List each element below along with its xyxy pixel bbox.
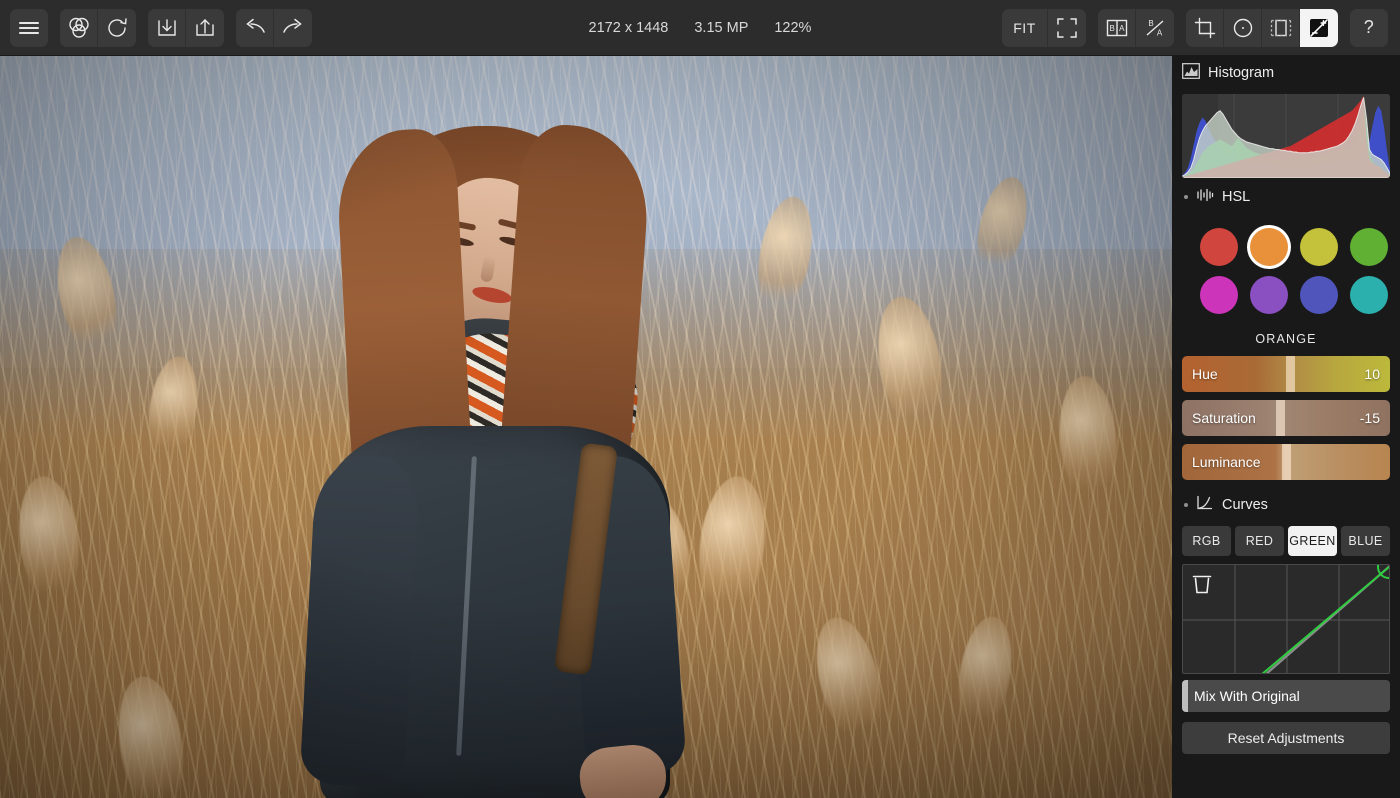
- menu-button[interactable]: [10, 8, 48, 47]
- curve-channel-tabs: RGB RED GREEN BLUE: [1182, 522, 1390, 564]
- saturation-slider[interactable]: Saturation -15: [1182, 400, 1390, 436]
- hue-slider[interactable]: Hue 10: [1182, 356, 1390, 392]
- undo-arrow-icon: [243, 18, 267, 38]
- histogram-header: Histogram: [1182, 56, 1390, 90]
- image-dimensions: 2172 x 1448: [588, 20, 669, 36]
- undo-redo-group: [236, 8, 312, 47]
- help-group: ?: [1350, 8, 1388, 47]
- svg-text:A: A: [1157, 28, 1163, 37]
- filters-history-group: [60, 8, 136, 47]
- histogram-chart: [1182, 94, 1390, 178]
- photo-vignette: [0, 56, 1172, 798]
- adjust-plus-minus-icon: [1307, 16, 1331, 40]
- saturation-value: -15: [1359, 410, 1380, 426]
- ba-compare-icon: B A: [1105, 18, 1129, 38]
- adjustments-button[interactable]: [1300, 8, 1338, 47]
- curve-graph-icon: [1196, 495, 1214, 516]
- hsl-swatch-red[interactable]: [1200, 228, 1238, 266]
- histogram-title: Histogram: [1208, 65, 1275, 81]
- help-label: ?: [1363, 17, 1375, 37]
- photo-editor-app: 2172 x 1448 3.15 MP 122% FIT B A B A ? H…: [0, 0, 1400, 798]
- hsl-swatch-purple[interactable]: [1250, 276, 1288, 314]
- histogram-icon: [1182, 62, 1200, 84]
- curve-tab-green[interactable]: GREEN: [1288, 526, 1337, 556]
- vignette-button[interactable]: [1224, 8, 1262, 47]
- saturation-label: Saturation: [1192, 410, 1256, 426]
- save-button[interactable]: [148, 8, 186, 47]
- menu-group: [10, 8, 48, 47]
- frame-borders-icon: [1269, 17, 1293, 39]
- redo-button[interactable]: [274, 8, 312, 47]
- image-canvas[interactable]: [0, 56, 1172, 798]
- svg-text:B: B: [1148, 19, 1153, 28]
- saturation-slider-handle[interactable]: [1275, 400, 1285, 436]
- save-share-group: [148, 8, 224, 47]
- undo-button[interactable]: [236, 8, 274, 47]
- compare-split-button[interactable]: B A: [1136, 8, 1174, 47]
- hsl-swatch-magenta[interactable]: [1200, 276, 1238, 314]
- share-button[interactable]: [186, 8, 224, 47]
- image-megapixels: 3.15 MP: [694, 20, 749, 36]
- hsl-title: HSL: [1222, 189, 1251, 205]
- mix-with-original-slider[interactable]: Mix With Original: [1182, 680, 1390, 712]
- toolbar-right-group: FIT B A B A ?: [1002, 8, 1400, 47]
- curves-title: Curves: [1222, 497, 1268, 513]
- curves-header: Curves: [1182, 488, 1390, 522]
- crop-button[interactable]: [1186, 8, 1224, 47]
- hsl-header: HSL: [1182, 180, 1390, 214]
- hamburger-icon: [18, 20, 40, 36]
- crop-icon: [1194, 17, 1216, 39]
- curve-tab-rgb[interactable]: RGB: [1182, 526, 1231, 556]
- fullscreen-brackets-icon: [1056, 17, 1078, 39]
- filters-button[interactable]: [60, 8, 98, 47]
- history-revert-icon: [105, 16, 129, 40]
- luminance-slider-handle[interactable]: [1282, 444, 1291, 480]
- fit-label: FIT: [1013, 19, 1036, 36]
- hsl-swatch-orange[interactable]: [1250, 228, 1288, 266]
- ellipse-icon: [1232, 17, 1254, 39]
- b-over-a-split-icon: B A: [1143, 18, 1167, 38]
- hsl-swatch-blue[interactable]: [1300, 276, 1338, 314]
- hsl-swatch-green[interactable]: [1350, 228, 1388, 266]
- toolbar-left-group: [0, 8, 312, 47]
- help-button[interactable]: ?: [1350, 8, 1388, 47]
- luminance-label: Luminance: [1192, 454, 1261, 470]
- view-group: FIT: [1002, 8, 1086, 47]
- curves-bullet: [1184, 503, 1188, 507]
- zoom-level: 122%: [774, 20, 812, 36]
- luminance-slider[interactable]: Luminance: [1182, 444, 1390, 480]
- compare-group: B A B A: [1098, 8, 1174, 47]
- tools-group: [1186, 8, 1338, 47]
- hsl-selected-color-label: ORANGE: [1255, 332, 1317, 346]
- frame-button[interactable]: [1262, 8, 1300, 47]
- fullscreen-button[interactable]: [1048, 8, 1086, 47]
- curve-tab-blue[interactable]: BLUE: [1341, 526, 1390, 556]
- redo-arrow-icon: [281, 18, 305, 38]
- curve-tab-red[interactable]: RED: [1235, 526, 1284, 556]
- svg-text:A: A: [1119, 24, 1125, 33]
- hue-slider-handle[interactable]: [1286, 356, 1296, 392]
- hue-value: 10: [1364, 366, 1380, 382]
- trash-icon[interactable]: [1191, 572, 1213, 601]
- edited-photograph: [0, 56, 1172, 798]
- top-toolbar: 2172 x 1448 3.15 MP 122% FIT B A B A ?: [0, 0, 1400, 56]
- hsl-swatch-yellow[interactable]: [1300, 228, 1338, 266]
- hue-label: Hue: [1192, 366, 1218, 382]
- hsl-swatch-teal[interactable]: [1350, 276, 1388, 314]
- history-button[interactable]: [98, 8, 136, 47]
- compare-side-by-side-button[interactable]: B A: [1098, 8, 1136, 47]
- hsl-color-swatches: [1182, 214, 1390, 320]
- hsl-bullet: [1184, 195, 1188, 199]
- svg-text:B: B: [1109, 24, 1114, 33]
- curve-editor[interactable]: [1182, 564, 1390, 674]
- download-tray-icon: [156, 17, 178, 39]
- equalizer-bars-icon: [1196, 188, 1214, 207]
- color-circles-icon: [67, 16, 91, 40]
- share-upload-icon: [194, 17, 216, 39]
- reset-adjustments-button[interactable]: Reset Adjustments: [1182, 722, 1390, 754]
- fit-button[interactable]: FIT: [1002, 8, 1048, 47]
- mix-with-original-label: Mix With Original: [1194, 688, 1300, 704]
- adjustments-panel: Histogram HSL ORANGE Hue 10 Saturation -…: [1172, 56, 1400, 798]
